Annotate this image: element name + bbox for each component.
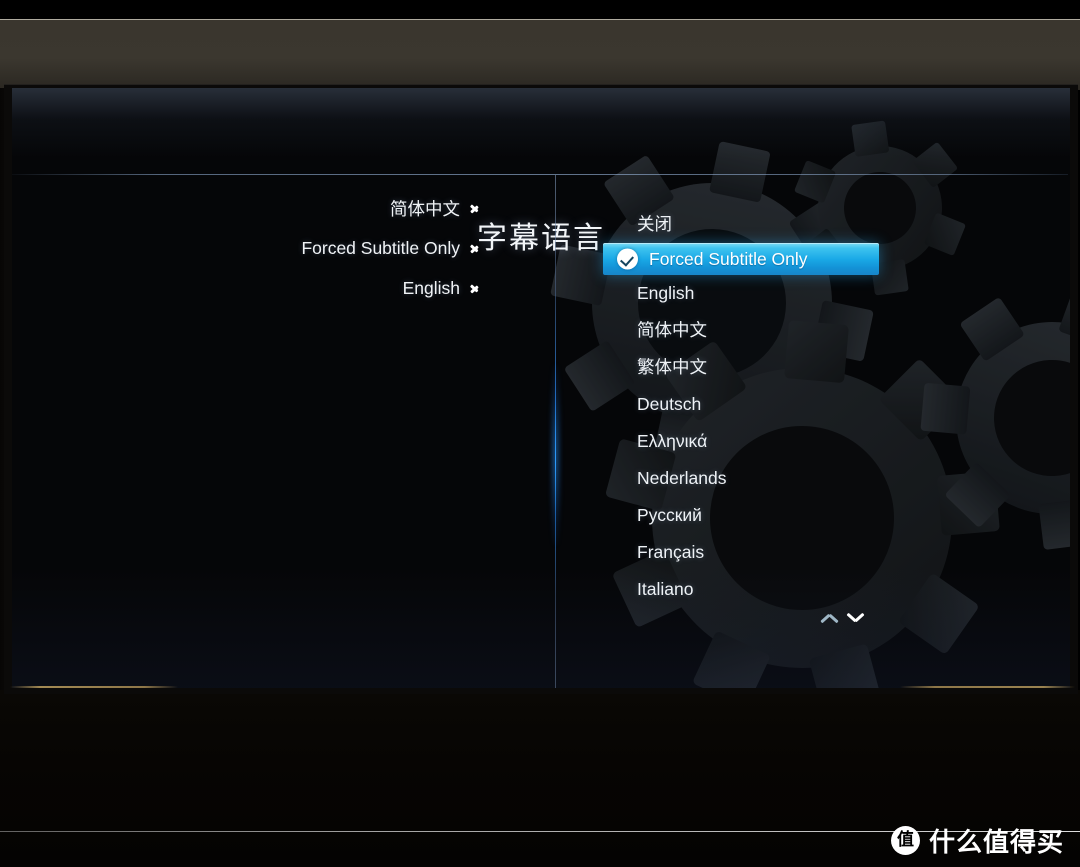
photo-top-black-band (0, 0, 1080, 20)
watermark: 值 什么值得买 (890, 822, 1064, 859)
chevron-right-icon (470, 200, 482, 216)
settings-overlay: 字幕语言 简体中文 Forced Subtitle Only English 关… (12, 88, 1070, 688)
column-divider (550, 175, 561, 688)
list-item-selected[interactable]: Forced Subtitle Only (603, 243, 879, 275)
setting-row-menu-language[interactable]: English (12, 268, 482, 308)
check-circle-icon (617, 248, 638, 270)
list-item[interactable]: Français (603, 534, 903, 571)
list-item-label: Ελληνικά (637, 431, 708, 451)
list-item-label: Français (637, 542, 705, 562)
chevron-up-icon[interactable] (820, 611, 840, 625)
tv-screen: 字幕语言 简体中文 Forced Subtitle Only English 关… (12, 88, 1070, 688)
list-item[interactable]: 繁体中文 (603, 349, 903, 386)
list-item-label: 关闭 (637, 214, 672, 234)
list-item-label: Forced Subtitle Only (649, 249, 808, 269)
column-divider-glow (550, 365, 561, 545)
list-item-label: English (637, 283, 695, 303)
list-item[interactable]: Nederlands (603, 460, 903, 497)
list-item-label: Deutsch (637, 394, 702, 414)
chevron-right-icon (470, 240, 482, 256)
screen-edge-light-leak-right (900, 686, 1075, 688)
watermark-text: 什么值得买 (928, 828, 1064, 858)
wall-highlight-line (0, 19, 1080, 20)
subtitle-language-list[interactable]: 关闭 Forced Subtitle Only English 简体中文 繁体中… (603, 206, 903, 608)
setting-row-label: 简体中文 (390, 198, 460, 219)
setting-row-label: English (402, 277, 460, 298)
list-item[interactable]: Русский (603, 497, 903, 534)
list-item-label: 繁体中文 (637, 357, 707, 377)
list-item-label: Nederlands (637, 468, 727, 488)
list-item-label: 简体中文 (637, 320, 707, 340)
list-item[interactable]: 简体中文 (603, 312, 903, 349)
header-divider (12, 174, 1068, 175)
list-scroll-indicator[interactable] (820, 606, 880, 630)
room-wall (0, 20, 1080, 90)
list-item[interactable]: Deutsch (603, 386, 903, 423)
setting-row-audio-language[interactable]: 简体中文 (12, 188, 482, 228)
list-item[interactable]: Italiano (603, 571, 903, 608)
chevron-down-icon[interactable] (846, 611, 866, 625)
list-item[interactable]: Ελληνικά (603, 423, 903, 460)
watermark-logo-icon: 值 (890, 826, 920, 855)
setting-row-subtitle-language[interactable]: Forced Subtitle Only (12, 228, 482, 268)
setting-row-label: Forced Subtitle Only (301, 237, 460, 258)
list-item[interactable]: English (603, 275, 903, 312)
screenshot-root: 字幕语言 简体中文 Forced Subtitle Only English 关… (0, 0, 1080, 867)
list-item-label: Italiano (637, 579, 694, 599)
list-item-label: Русский (637, 505, 702, 525)
screen-edge-light-leak-left (10, 686, 178, 688)
chevron-right-icon (470, 280, 482, 296)
list-item[interactable]: 关闭 (603, 206, 903, 243)
current-settings-column: 简体中文 Forced Subtitle Only English (12, 188, 482, 308)
